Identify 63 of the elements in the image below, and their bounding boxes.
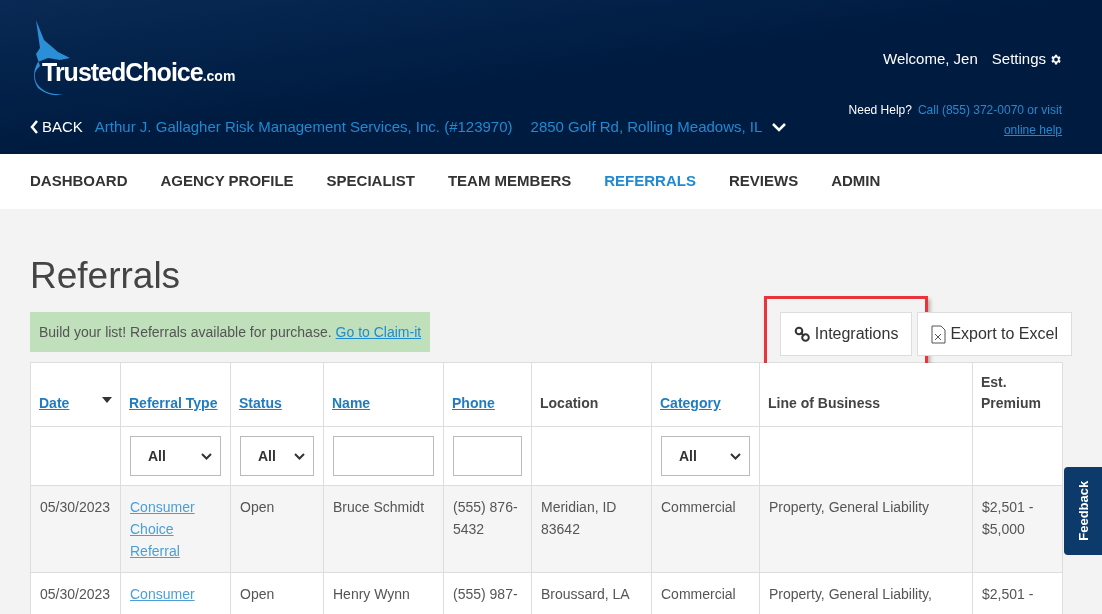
table-cell: Open <box>240 499 275 515</box>
table-cell: (555) 987- <box>453 586 518 602</box>
column-header: Est. Premium <box>981 374 1041 411</box>
column-header: Line of Business <box>768 395 881 411</box>
table-cell: Broussard, LA <box>541 586 630 602</box>
chevron-down-icon[interactable] <box>772 122 787 132</box>
table-cell: Property, General Liability <box>769 499 930 515</box>
banner-text: Build your list! Referrals available for purchase. <box>39 322 332 342</box>
column-sort-link[interactable]: Date <box>39 395 70 411</box>
nav-tab[interactable]: REFERRALS <box>604 170 696 193</box>
nav-tab[interactable]: DASHBOARD <box>30 170 128 193</box>
nav-tab[interactable]: TEAM MEMBERS <box>447 170 572 193</box>
filter-input[interactable] <box>333 436 434 476</box>
help-label: Need Help? <box>848 102 912 119</box>
logo-wordmark: TrustedChoice <box>42 57 203 88</box>
settings-icon <box>1049 52 1062 66</box>
table-cell: $2,501 - <box>982 586 1034 602</box>
back-link[interactable]: BACK <box>30 116 83 139</box>
filter-input[interactable] <box>453 436 522 476</box>
chevron-left-icon <box>30 120 39 135</box>
table-cell: Meridian, ID 83642 <box>541 499 617 537</box>
nav-tab[interactable]: ADMIN <box>831 170 881 193</box>
table-cell: 05/30/2023 <box>40 499 111 515</box>
logo[interactable]: TrustedChoice.com <box>28 18 248 100</box>
column-sort-link[interactable]: Status <box>239 395 282 411</box>
address-link[interactable]: 2850 Golf Rd, Rolling Meadows, IL <box>530 116 763 139</box>
page-title: Referrals <box>30 254 182 298</box>
table-cell: Commercial <box>661 499 736 515</box>
sort-down-icon[interactable] <box>102 397 112 403</box>
agency-link[interactable]: Arthur J. Gallagher Risk Management Services, Inc. (#123970) <box>94 116 513 139</box>
feedback-tab[interactable]: Feedback <box>1064 467 1102 555</box>
nav-tab[interactable]: REVIEWS <box>728 170 799 193</box>
chevron-down-icon <box>294 452 305 460</box>
nav-tab[interactable]: SPECIALIST <box>326 170 415 193</box>
link-icon <box>793 325 811 343</box>
table-cell: 05/30/2023 <box>40 586 111 602</box>
table-cell: (555) 876-5432 <box>453 499 518 537</box>
export-button[interactable]: Export to Excel <box>917 312 1072 356</box>
column-sort-link[interactable]: Referral Type <box>129 395 218 411</box>
feedback-label: Feedback <box>1075 481 1093 541</box>
column-sort-link[interactable]: Name <box>332 395 371 411</box>
nav-tab[interactable]: AGENCY PROFILE <box>160 170 294 193</box>
settings-link[interactable]: Settings <box>991 48 1062 71</box>
table-cell: Property, General Liability, <box>769 586 932 602</box>
help-text: Call (855) 372-0070 or visit <box>917 102 1062 119</box>
table-cell: Bruce Schmidt <box>333 499 425 515</box>
table-cell: $2,501 - $5,000 <box>982 499 1034 537</box>
chevron-down-icon <box>730 452 741 460</box>
column-sort-link[interactable]: Category <box>660 395 721 411</box>
integrations-button[interactable]: Integrations <box>779 312 913 356</box>
spreadsheet-file-icon <box>931 324 947 344</box>
column-header: Location <box>540 395 599 411</box>
table-cell: Henry Wynn <box>333 586 410 602</box>
column-sort-link[interactable]: Phone <box>452 395 495 411</box>
chevron-down-icon <box>201 452 212 460</box>
table-cell: Commercial <box>661 586 736 602</box>
filter-dropdown[interactable]: All <box>240 436 314 476</box>
logo-domain: .com <box>202 68 236 86</box>
online-help-link[interactable]: online help <box>1003 120 1062 140</box>
table-cell: Open <box>240 586 275 602</box>
filter-dropdown[interactable]: All <box>130 436 221 476</box>
welcome-text: Welcome, Jen <box>883 49 978 69</box>
filter-dropdown[interactable]: All <box>661 436 750 476</box>
